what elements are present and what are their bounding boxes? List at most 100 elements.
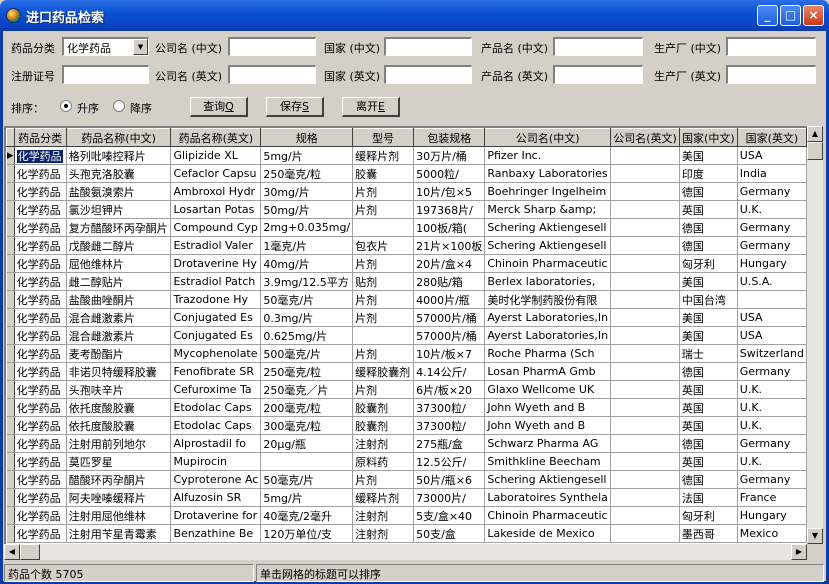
table-cell[interactable]: 胶囊剂 [352,416,415,435]
table-cell[interactable]: Laboratoires Synthela [484,488,612,507]
table-cell[interactable]: Glipizide XL [170,146,262,165]
table-cell[interactable] [610,398,680,417]
table-cell[interactable]: Conjugated Es [170,326,262,345]
table-cell[interactable]: 化学药品 [14,452,67,471]
table-cell[interactable] [610,434,680,453]
row-indicator[interactable] [6,236,15,255]
exit-button[interactable]: 离开E [342,97,400,117]
table-cell[interactable]: 德国 [679,362,738,381]
table-cell[interactable]: 6片/板×20 [413,380,486,399]
table-cell[interactable]: 40mg/片 [260,254,354,273]
row-indicator[interactable]: ▶ [6,146,15,165]
table-cell[interactable] [610,326,680,345]
table-cell[interactable]: 德国 [679,182,738,201]
table-row[interactable]: 化学药品 混合雌激素片 Conjugated Es 0.3mg/片 片剂 57000片/桶… [6,308,807,327]
table-cell[interactable]: 30万片/桶 [413,146,486,165]
table-cell[interactable]: 化学药品 [14,488,67,507]
table-cell[interactable]: Estradiol Patch [170,272,262,291]
table-cell[interactable]: 头孢克洛胶囊 [66,164,172,183]
table-cell[interactable]: Conjugated Es [170,308,262,327]
table-cell[interactable]: Merck Sharp &amp; [484,200,612,219]
table-cell[interactable]: 化学药品 [14,218,67,237]
table-cell[interactable]: India [737,164,807,183]
table-cell[interactable]: Chinoin Pharmaceutic [484,254,612,273]
table-cell[interactable]: Cyproterone Ac [170,470,262,489]
table-cell[interactable]: 化学药品 [14,524,67,543]
row-indicator[interactable] [6,164,15,183]
table-cell[interactable]: 混合雌激素片 [66,308,172,327]
table-cell[interactable]: 化学药品 [14,146,67,165]
table-cell[interactable]: Etodolac Caps [170,398,262,417]
table-cell[interactable]: USA [737,146,807,165]
table-cell[interactable]: 化学药品 [14,344,67,363]
row-indicator[interactable] [6,488,15,507]
table-cell[interactable]: 英国 [679,200,738,219]
table-cell[interactable]: Etodolac Caps [170,416,262,435]
table-row[interactable]: 化学药品 麦考酚酯片 Mycophenolate 500毫克/片 片剂 10片/板×7 Ro… [6,344,807,363]
table-cell[interactable] [737,290,807,309]
table-cell[interactable]: 化学药品 [14,200,67,219]
table-cell[interactable]: 280贴/箱 [413,272,486,291]
table-cell[interactable]: Compound Cyp [170,218,262,237]
table-row[interactable]: 化学药品 复方醋酸环丙孕酮片 Compound Cyp 2mg+0.035mg/100… [6,218,807,237]
product-en-input[interactable] [553,65,643,84]
table-row[interactable]: 化学药品 头孢克洛胶囊 Cefaclor Capsu 250毫克/粒 胶囊 5000粒/R… [6,164,807,183]
table-cell[interactable] [610,272,680,291]
table-cell[interactable]: U.S.A. [737,272,807,291]
scroll-left-icon[interactable]: ◀ [4,544,20,560]
table-cell[interactable]: 美国 [679,308,738,327]
table-cell[interactable]: Alprostadil fo [170,434,262,453]
table-cell[interactable]: Fenofibrate SR [170,362,262,381]
column-header[interactable]: 公司名(中文) [484,128,612,147]
table-cell[interactable]: 缓释片剂 [352,146,415,165]
table-cell[interactable]: 美国 [679,272,738,291]
table-cell[interactable]: 屈他维林片 [66,254,172,273]
product-cn-input[interactable] [553,37,643,56]
table-cell[interactable]: U.K. [737,200,807,219]
table-cell[interactable]: 化学药品 [14,398,67,417]
table-cell[interactable]: 1毫克/片 [260,236,354,255]
table-cell[interactable]: Germany [737,362,807,381]
table-cell[interactable]: 德国 [679,470,738,489]
table-cell[interactable]: 57000片/桶 [413,326,486,345]
regno-input[interactable] [62,65,149,84]
table-cell[interactable]: 头孢呋辛片 [66,380,172,399]
table-cell[interactable]: 注射剂 [352,434,415,453]
row-indicator[interactable] [6,416,15,435]
table-cell[interactable]: Losartan Potas [170,200,262,219]
table-cell[interactable]: 匈牙利 [679,506,738,525]
sort-desc-radio[interactable] [113,100,125,112]
table-cell[interactable]: John Wyeth and B [484,416,612,435]
table-cell[interactable]: 10片/板×7 [413,344,486,363]
row-indicator[interactable] [6,308,15,327]
table-cell[interactable]: 英国 [679,398,738,417]
table-cell[interactable]: Germany [737,470,807,489]
column-header[interactable]: 药品名称(英文) [170,128,262,147]
table-cell[interactable]: Schering Aktiengesell [484,470,612,489]
table-cell[interactable]: Losan PharmA Gmb [484,362,612,381]
table-cell[interactable]: 100板/箱( [413,218,486,237]
table-cell[interactable]: 中国台湾 [679,290,738,309]
table-cell[interactable]: 德国 [679,236,738,255]
table-cell[interactable]: 依托度酸胶囊 [66,416,172,435]
table-cell[interactable]: 格列吡嗪控释片 [66,146,172,165]
maker-cn-input[interactable] [726,37,816,56]
table-cell[interactable]: U.K. [737,452,807,471]
save-button[interactable]: 保存S [266,97,324,117]
table-row[interactable]: 化学药品 盐酸曲唑酮片 Trazodone Hy 50毫克/片 片剂 4000片/瓶 美时化… [6,290,807,309]
table-cell[interactable]: 片剂 [352,254,415,273]
table-cell[interactable]: 氯沙坦钾片 [66,200,172,219]
company-cn-input[interactable] [228,37,316,56]
table-cell[interactable]: 美时化学制药股份有限 [484,290,612,309]
row-indicator[interactable] [6,452,15,471]
table-cell[interactable] [610,416,680,435]
table-cell[interactable]: 120万单位/支 [260,524,354,543]
table-cell[interactable]: Schering Aktiengesell [484,218,612,237]
row-indicator[interactable] [6,362,15,381]
table-cell[interactable] [610,344,680,363]
table-cell[interactable]: Pfizer Inc. [484,146,612,165]
table-cell[interactable]: 50支/盒 [413,524,486,543]
table-cell[interactable]: Ambroxol Hydr [170,182,262,201]
table-cell[interactable]: 缓释片剂 [352,488,415,507]
table-cell[interactable]: 57000片/桶 [413,308,486,327]
